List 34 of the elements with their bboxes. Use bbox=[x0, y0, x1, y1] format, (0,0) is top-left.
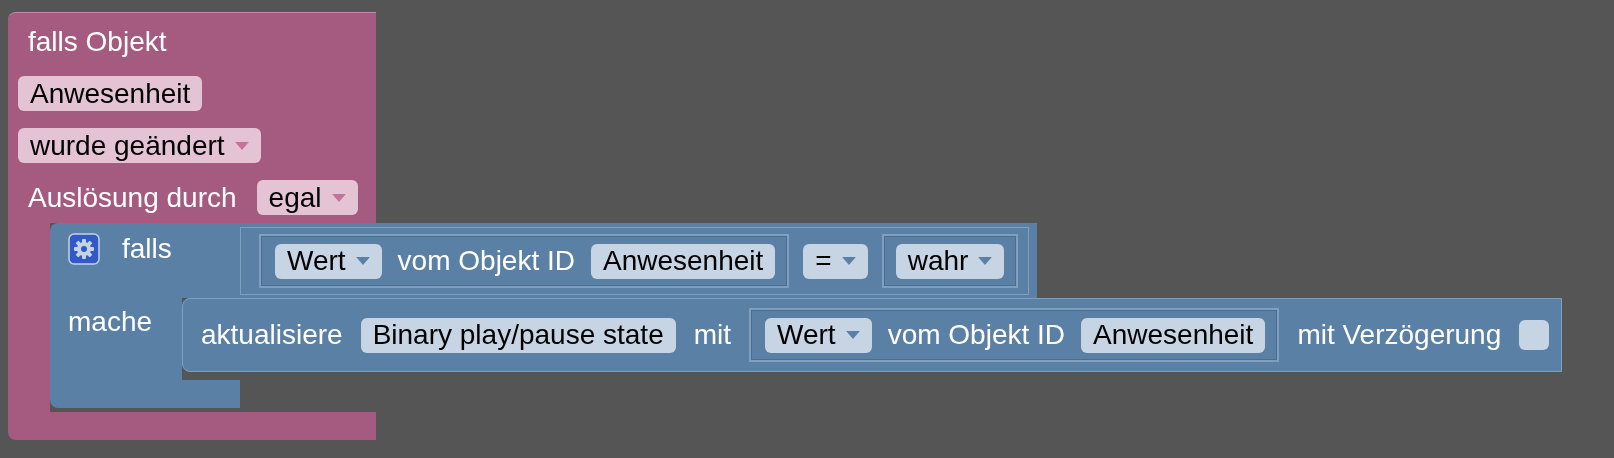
trigger-block[interactable]: falls Objekt Anwesenheit wurde geändert Auslösung durch egal bbox=[8, 12, 376, 223]
caret-icon bbox=[845, 331, 860, 339]
operator-dropdown[interactable]: = bbox=[803, 243, 868, 279]
property-dropdown[interactable]: Wert bbox=[275, 243, 382, 279]
comparison-block[interactable]: Wert vom Objekt ID Anwesenheit = wahr bbox=[240, 227, 1030, 295]
object-field[interactable]: Anwesenheit bbox=[591, 243, 776, 279]
property-dropdown[interactable]: Wert bbox=[765, 317, 872, 353]
caret-icon bbox=[841, 257, 856, 265]
settings-icon[interactable] bbox=[68, 233, 100, 265]
block-label: mache bbox=[68, 306, 153, 337]
object-field[interactable]: Anwesenheit bbox=[1081, 317, 1266, 353]
block-label: mit bbox=[693, 319, 732, 351]
block-label: falls bbox=[122, 233, 172, 265]
block-label: vom Objekt ID bbox=[887, 319, 1066, 351]
block-label: aktualisiere bbox=[201, 319, 343, 351]
block-label: falls Objekt bbox=[27, 25, 167, 59]
if-block[interactable]: falls Wert vom Objekt ID Anwesenheit = wahr bbox=[50, 223, 1038, 298]
update-block[interactable]: aktualisiere Binary play/pause state mit Wert vom Objekt ID Anwesenheit mit Verzögerung bbox=[182, 298, 1563, 372]
trigger-dropdown[interactable]: egal bbox=[256, 180, 358, 215]
block-label: mit Verzögerung bbox=[1297, 319, 1502, 351]
object-field[interactable]: Anwesenheit bbox=[18, 76, 203, 111]
caret-icon bbox=[331, 193, 346, 202]
caret-icon bbox=[978, 257, 993, 265]
boolean-dropdown[interactable]: wahr bbox=[895, 243, 1005, 279]
block-label: vom Objekt ID bbox=[397, 245, 575, 277]
condition-dropdown[interactable]: wurde geändert bbox=[18, 128, 261, 163]
boolean-block[interactable]: wahr bbox=[881, 234, 1019, 288]
caret-icon bbox=[355, 257, 370, 265]
caret-icon bbox=[234, 141, 249, 150]
target-field[interactable]: Binary play/pause state bbox=[360, 317, 676, 353]
block-label: Auslösung durch bbox=[28, 181, 237, 214]
value-block[interactable]: Wert vom Objekt ID Anwesenheit bbox=[749, 308, 1280, 362]
value-block[interactable]: Wert vom Objekt ID Anwesenheit bbox=[259, 234, 790, 288]
delay-checkbox[interactable] bbox=[1519, 320, 1550, 350]
